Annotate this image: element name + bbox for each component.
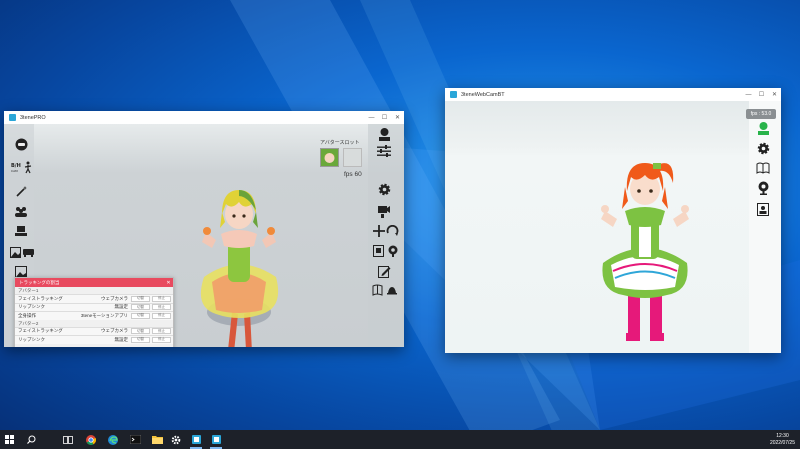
chrome-icon[interactable] <box>82 430 100 449</box>
id-balloon-icon[interactable] <box>372 244 400 258</box>
broadcast-icon[interactable] <box>13 224 29 238</box>
stop-button[interactable]: 停止 <box>152 295 171 302</box>
avatar-group-label: アバター2 <box>18 320 39 326</box>
tracking-name: フェイストラッキング <box>18 328 63 334</box>
maximize-button[interactable]: ☐ <box>755 88 768 101</box>
book-bell-icon[interactable] <box>371 283 399 297</box>
stop-button[interactable]: 停止 <box>152 304 171 311</box>
tracking-source: ウェブカメラ <box>101 328 128 334</box>
tene-webcam-window: 3teneWebCamBT — ☐ ✕ fps : 53.0 <box>445 88 781 353</box>
stop-button[interactable]: 停止 <box>152 336 171 343</box>
switch-button[interactable]: 切替 <box>131 328 150 335</box>
tracking-name: 全身操作 <box>18 312 36 318</box>
app-icon <box>9 114 16 121</box>
tene-pro-window: 3tenePRO — ☐ ✕ B/H CAM アバタースロット fps 60 ト… <box>4 111 404 347</box>
pose-icon[interactable]: B/H CAM <box>10 160 34 174</box>
gear-icon[interactable] <box>755 141 771 155</box>
terminal-icon[interactable] <box>126 430 144 449</box>
tene-webcam-taskbar-button[interactable] <box>207 430 225 449</box>
switch-button[interactable]: 切替 <box>131 312 150 319</box>
avatar-character <box>601 163 689 341</box>
close-icon[interactable]: ✕ <box>164 280 173 286</box>
group-icon[interactable] <box>13 204 29 218</box>
avatar-character <box>200 190 279 347</box>
close-button[interactable]: ✕ <box>768 88 781 101</box>
book-icon[interactable] <box>755 161 771 175</box>
close-button[interactable]: ✕ <box>391 111 404 124</box>
search-icon[interactable] <box>22 430 40 449</box>
tene-pro-taskbar-button[interactable] <box>187 430 205 449</box>
edit-icon[interactable] <box>376 264 392 278</box>
tracking-panel-title: トラッキングの割当 <box>19 279 60 285</box>
avatar-group-label: アバター1 <box>18 288 39 293</box>
magic-wand-icon[interactable] <box>13 184 29 198</box>
webcam-icon[interactable] <box>755 181 771 195</box>
tracking-row: リップシンク 無設定 切替 停止 <box>15 302 173 311</box>
avatar-slot-2[interactable] <box>343 148 362 167</box>
windows-logo-icon <box>4 435 14 444</box>
face-mask-icon[interactable] <box>13 137 29 151</box>
tracking-row: フェイストラッキング ウェブカメラ 切替 停止 <box>15 326 173 335</box>
maximize-button[interactable]: ☐ <box>378 111 391 124</box>
window-title: 3tenePRO <box>20 114 46 121</box>
window-title: 3teneWebCamBT <box>461 91 505 98</box>
background-image-icon[interactable] <box>9 245 35 259</box>
taskbar: 12:30 2022/07/25 <box>0 430 800 449</box>
tracking-source: ウェブカメラ <box>101 295 128 301</box>
tracking-source: 3teneモーションアプリ <box>80 312 128 318</box>
tracking-panel-header[interactable]: トラッキングの割当 ✕ <box>15 278 173 287</box>
app-icon <box>450 91 457 98</box>
minimize-button[interactable]: — <box>742 88 755 101</box>
avatar-slot-label: アバタースロット <box>320 140 360 146</box>
avatar-viewport[interactable]: B/H CAM アバタースロット fps 60 トラッキングの割当 ✕ アバター… <box>4 124 404 347</box>
webcam-titlebar[interactable]: 3teneWebCamBT — ☐ ✕ <box>445 88 781 101</box>
svg-text:CAM: CAM <box>11 169 18 173</box>
face-tracking-icon[interactable] <box>755 121 771 135</box>
fps-display: fps : 53.0 <box>746 109 776 119</box>
clock-time: 12:30 <box>776 433 789 439</box>
tracking-row: リップシンク 無設定 切替 停止 <box>15 335 173 344</box>
minimize-button[interactable]: — <box>365 111 378 124</box>
switch-button[interactable]: 切替 <box>131 304 150 311</box>
face-tracking-icon[interactable] <box>376 127 392 141</box>
stop-button[interactable]: 停止 <box>152 312 171 319</box>
pro-titlebar[interactable]: 3tenePRO — ☐ ✕ <box>4 111 404 124</box>
avatar-slot-1[interactable] <box>320 148 339 167</box>
edge-icon[interactable] <box>104 430 122 449</box>
right-toolbar <box>749 101 781 353</box>
tracking-assignment-panel: トラッキングの割当 ✕ アバター1 フェイストラッキング ウェブカメラ 切替 停… <box>14 277 174 347</box>
stop-button[interactable]: 停止 <box>152 328 171 335</box>
move-rotate-icon[interactable] <box>372 224 400 238</box>
tracking-name: フェイストラッキング <box>18 295 63 301</box>
tracking-source: 無設定 <box>114 336 129 342</box>
file-explorer-icon[interactable] <box>148 430 166 449</box>
system-clock[interactable]: 12:30 2022/07/25 <box>770 433 795 447</box>
clock-date: 2022/07/25 <box>769 440 795 446</box>
contact-icon[interactable] <box>755 202 771 216</box>
sliders-icon[interactable] <box>376 144 392 158</box>
tracking-name: リップシンク <box>18 336 45 342</box>
switch-button[interactable]: 切替 <box>131 336 150 343</box>
start-button[interactable] <box>0 430 18 449</box>
camera-settings-icon[interactable] <box>376 204 392 218</box>
task-view-icon[interactable] <box>59 430 77 449</box>
settings-gear-icon[interactable] <box>167 430 185 449</box>
avatar-viewport[interactable]: fps : 53.0 <box>445 101 781 353</box>
gear-icon[interactable] <box>376 182 392 196</box>
switch-button[interactable]: 切替 <box>131 295 150 302</box>
fps-display: fps 60 <box>344 171 362 178</box>
tracking-row: 全身操作 3teneモーションアプリ 切替 停止 <box>15 311 173 320</box>
tracking-source: 無設定 <box>114 304 129 310</box>
tracking-name: リップシンク <box>18 304 45 310</box>
tracking-row: フェイストラッキング ウェブカメラ 切替 停止 <box>15 294 173 303</box>
